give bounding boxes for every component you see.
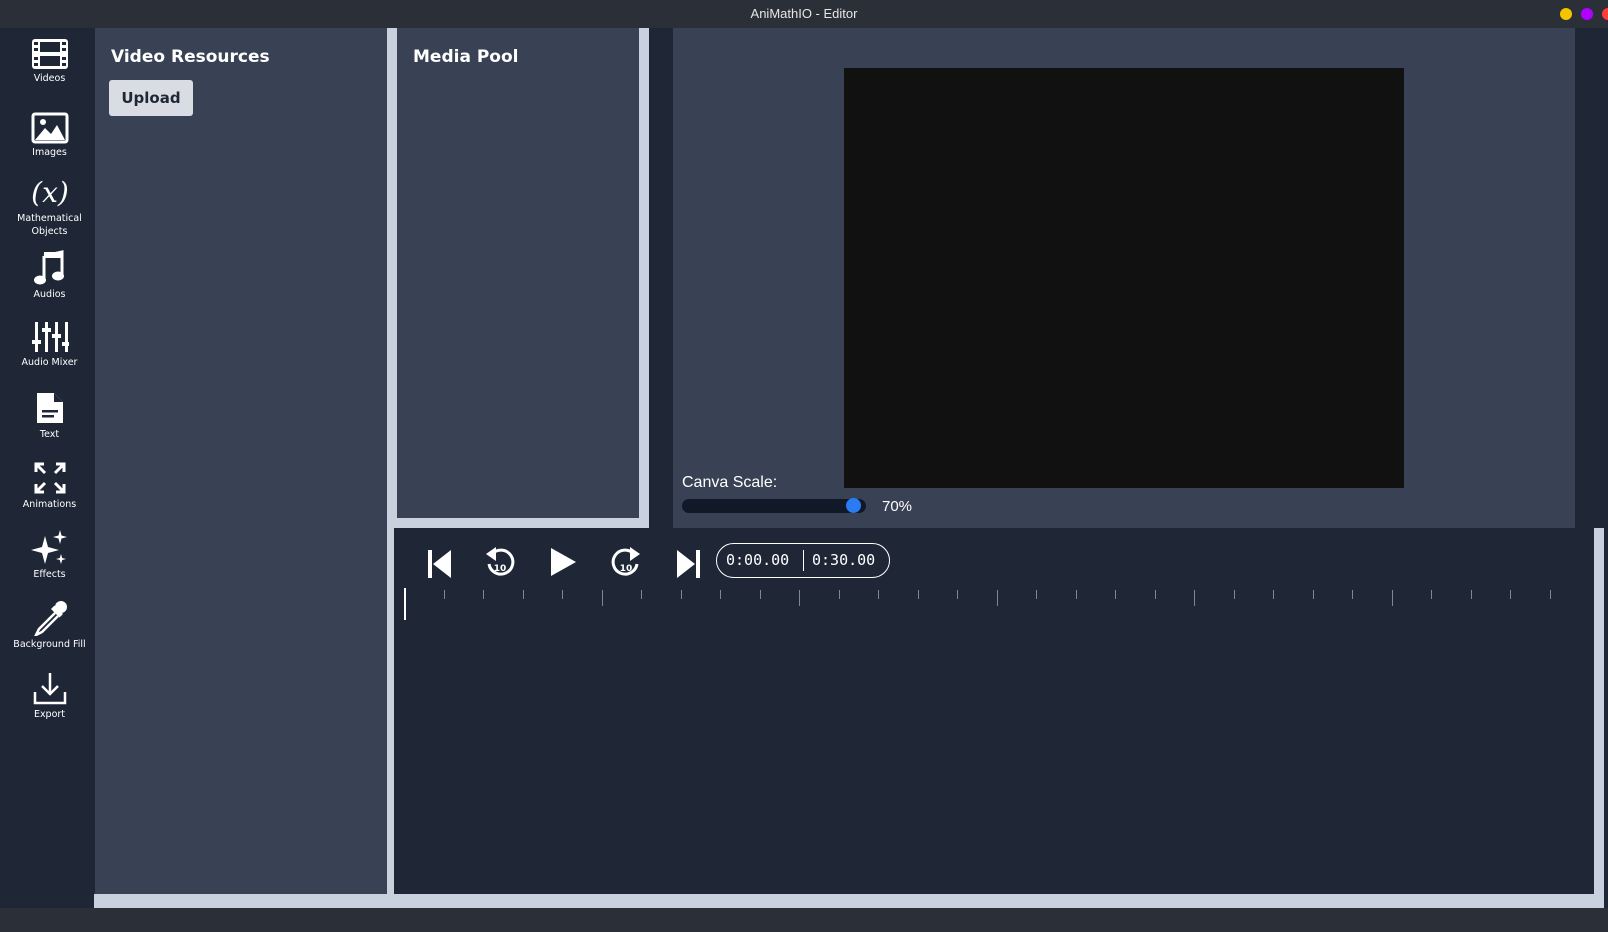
- sidebar-item-label: Audio Mixer: [21, 357, 78, 368]
- canvas-scale-slider[interactable]: [682, 499, 866, 513]
- ruler-tick: [443, 590, 445, 599]
- sidebar-item-text[interactable]: Text: [4, 390, 95, 450]
- rewind-seconds: 10: [494, 564, 507, 574]
- canvas-scale-thumb[interactable]: [845, 498, 861, 513]
- timeline-vertical-scrollbar[interactable]: [1594, 528, 1604, 894]
- ruler-tick: [957, 590, 958, 599]
- ruler-tick: [878, 590, 879, 599]
- video-canvas[interactable]: [844, 68, 1404, 488]
- ruler-tick: [799, 590, 800, 606]
- ruler-tick: [1510, 590, 1511, 599]
- timeline-ruler[interactable]: [404, 590, 1584, 614]
- sparkles-icon: [30, 530, 67, 564]
- upload-button[interactable]: Upload: [109, 80, 193, 116]
- ruler-tick: [1115, 590, 1116, 599]
- horizontal-scrollbar[interactable]: [94, 894, 1604, 908]
- ruler-tick: [641, 590, 642, 599]
- ruler-tick: [838, 590, 840, 599]
- ruler-tick: [601, 590, 603, 606]
- sidebar-item-audios[interactable]: Audios: [4, 250, 95, 310]
- preview-right-edge: [1575, 28, 1604, 528]
- maximize-button[interactable]: [1581, 8, 1593, 20]
- music-note-icon: [33, 250, 64, 285]
- sidebar-item-animations[interactable]: Animations: [4, 460, 95, 520]
- sidebar-item-label: Mathematical Objects: [17, 213, 82, 237]
- rewind-10-icon[interactable]: 10: [484, 544, 516, 580]
- sidebar-item-export[interactable]: Export: [4, 670, 95, 730]
- eyedropper-icon: [33, 601, 67, 636]
- expand-arrows-icon: [34, 462, 65, 494]
- timeline-panel: [394, 528, 1594, 894]
- preview-gutter: [649, 28, 673, 532]
- ruler-tick: [1075, 590, 1077, 599]
- sidebar: Videos Images (x) Mathematical Objects A…: [4, 28, 95, 908]
- window-bottom-bar: [0, 908, 1608, 932]
- mixer-sliders-icon: [31, 322, 69, 352]
- sidebar-item-effects[interactable]: Effects: [4, 530, 95, 590]
- ruler-tick: [1470, 590, 1472, 599]
- ruler-tick: [522, 590, 524, 599]
- image-icon: [31, 112, 68, 144]
- download-icon: [33, 673, 66, 705]
- ruler-tick: [720, 590, 721, 599]
- sidebar-item-label: Videos: [33, 73, 66, 84]
- ruler-tick: [1549, 590, 1551, 599]
- film-icon: [31, 39, 68, 69]
- forward-seconds: 10: [620, 564, 633, 574]
- sidebar-item-label: Export: [33, 709, 66, 720]
- function-x-icon: (x): [31, 176, 69, 209]
- ruler-tick: [1154, 590, 1156, 599]
- svg-text:(x): (x): [31, 176, 69, 209]
- sidebar-item-mathematical-objects[interactable]: (x) Mathematical Objects: [4, 174, 95, 246]
- canvas-scale-label: Canva Scale:: [682, 474, 778, 491]
- minimize-button[interactable]: [1560, 8, 1572, 20]
- document-icon: [36, 393, 63, 423]
- sidebar-item-label: Background Fill: [13, 639, 86, 650]
- close-button[interactable]: [1602, 8, 1608, 20]
- ruler-tick: [680, 590, 682, 599]
- sidebar-item-videos[interactable]: Videos: [4, 38, 95, 98]
- total-time: 0:30.00: [812, 551, 876, 569]
- time-separator: [803, 550, 804, 571]
- media-pool-title: Media Pool: [413, 47, 519, 67]
- play-icon[interactable]: [548, 546, 578, 578]
- time-display: 0:00.00 0:30.00: [716, 543, 890, 578]
- ruler-tick: [996, 590, 998, 606]
- window-title: AniMathIO - Editor: [750, 6, 858, 21]
- timeline-playhead[interactable]: [404, 588, 406, 620]
- ruler-tick: [917, 590, 919, 599]
- sidebar-item-label: Images: [32, 147, 67, 158]
- window-titlebar: AniMathIO - Editor: [0, 0, 1608, 28]
- ruler-tick: [483, 590, 484, 599]
- sidebar-item-label: Audios: [33, 289, 66, 300]
- ruler-tick: [1273, 590, 1274, 599]
- sidebar-item-label: Text: [39, 429, 60, 440]
- ruler-tick: [1352, 590, 1353, 599]
- sidebar-item-label: Animations: [22, 499, 77, 510]
- ruler-tick: [562, 590, 563, 599]
- ruler-tick: [759, 590, 761, 599]
- media-pool-scrollbar[interactable]: [639, 28, 649, 532]
- sidebar-item-background-fill[interactable]: Background Fill: [4, 600, 95, 660]
- ruler-tick: [1431, 590, 1432, 599]
- ruler-tick: [1233, 590, 1235, 599]
- sidebar-item-audio-mixer[interactable]: Audio Mixer: [4, 320, 95, 380]
- video-resources-panel: [95, 28, 387, 894]
- skip-to-start-icon[interactable]: [427, 548, 453, 580]
- ruler-tick: [1312, 590, 1314, 599]
- media-pool-panel: [397, 28, 639, 518]
- canvas-scale-value: 70%: [882, 498, 913, 515]
- ruler-tick: [1391, 590, 1393, 606]
- video-resources-title: Video Resources: [111, 47, 270, 67]
- ruler-tick: [1036, 590, 1037, 599]
- ruler-tick: [1194, 590, 1195, 606]
- forward-10-icon[interactable]: 10: [610, 544, 642, 580]
- sidebar-item-images[interactable]: Images: [4, 112, 95, 172]
- current-time: 0:00.00: [726, 551, 790, 569]
- sidebar-item-label: Effects: [33, 569, 66, 580]
- skip-to-end-icon[interactable]: [675, 548, 701, 580]
